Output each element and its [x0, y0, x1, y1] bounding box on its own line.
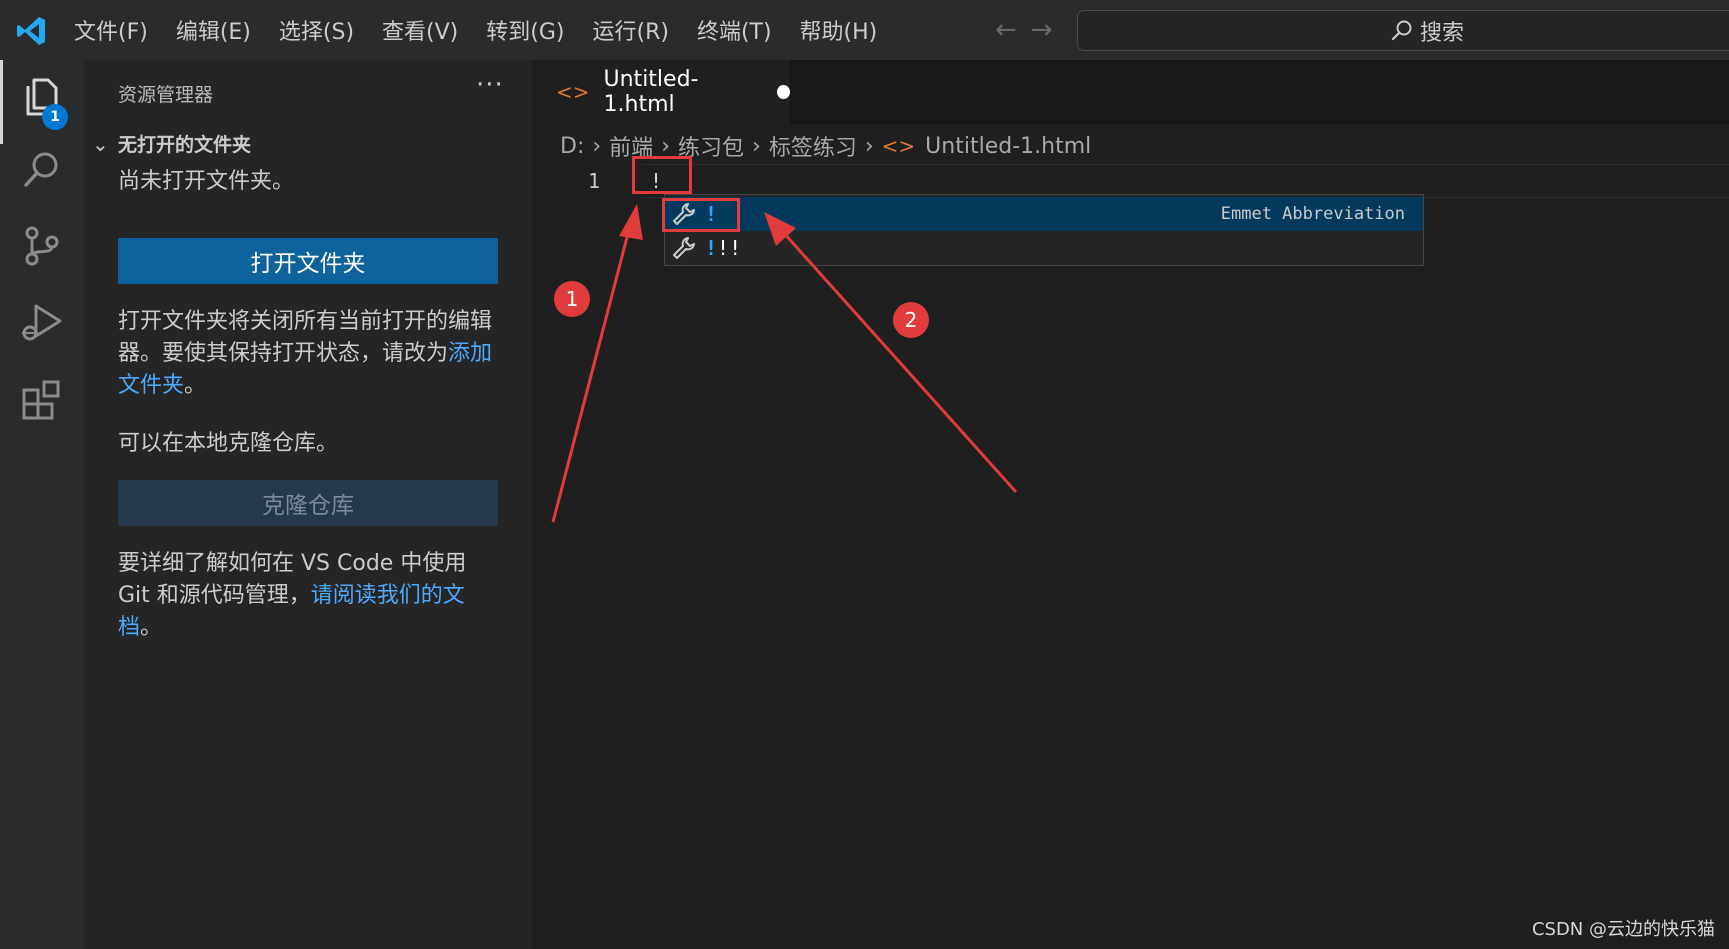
- clone-text: 可以在本地克隆仓库。: [118, 431, 339, 456]
- search-icon: [1391, 20, 1412, 40]
- source-control-icon[interactable]: [20, 224, 64, 268]
- learn-paragraph: 要详细了解如何在 VS Code 中使用 Git 和源代码管理，请阅读我们的文档…: [118, 548, 498, 644]
- explorer-sidebar: 资源管理器 ··· ⌄ 无打开的文件夹 尚未打开文件夹。 打开文件夹 打开文件夹…: [84, 60, 532, 949]
- open-folder-button[interactable]: 打开文件夹: [118, 238, 498, 284]
- no-folder-section-header[interactable]: ⌄ 无打开的文件夹: [92, 130, 251, 157]
- breadcrumb-drive[interactable]: D:: [560, 134, 584, 159]
- menu-terminal[interactable]: 终端(T): [697, 14, 772, 46]
- info-text: 打开文件夹将关闭所有当前打开的编辑器。要使其保持打开状态，请改为: [118, 309, 493, 366]
- editor-area: <> Untitled-1.html D: › 前端 › 练习包 › 标签练习 …: [532, 60, 1729, 949]
- run-debug-icon[interactable]: [20, 300, 64, 344]
- html-file-icon: <>: [881, 134, 916, 158]
- suggestion-detail: Emmet Abbreviation: [1220, 204, 1405, 224]
- suggest-widget: ! Emmet Abbreviation !!!: [664, 194, 1424, 266]
- annotation-box-suggestion: [662, 198, 740, 232]
- section-title: 无打开的文件夹: [118, 134, 252, 156]
- back-arrow-icon[interactable]: ←: [995, 16, 1017, 44]
- nav-arrows: ← →: [995, 16, 1053, 44]
- vscode-logo-icon[interactable]: [14, 14, 48, 48]
- annotation-marker-2: 2: [893, 302, 929, 338]
- more-actions-icon[interactable]: ···: [476, 70, 504, 100]
- breadcrumb-file[interactable]: Untitled-1.html: [925, 134, 1091, 159]
- explorer-badge: 1: [42, 104, 68, 130]
- search-view-icon[interactable]: [20, 148, 64, 192]
- tab-untitled-1[interactable]: <> Untitled-1.html: [532, 60, 790, 124]
- breadcrumb-folder-3[interactable]: 标签练习: [769, 130, 857, 162]
- suggestion-item-selected[interactable]: ! Emmet Abbreviation: [665, 197, 1423, 231]
- forward-arrow-icon[interactable]: →: [1031, 16, 1053, 44]
- command-center-search[interactable]: 搜索: [1077, 10, 1729, 51]
- chevron-right-icon: ›: [752, 133, 761, 159]
- menu-run[interactable]: 运行(R): [592, 14, 668, 46]
- explorer-title: 资源管理器: [118, 84, 214, 106]
- explorer-button[interactable]: 1: [0, 60, 84, 144]
- chevron-right-icon: ›: [661, 133, 670, 159]
- title-bar: 文件(F) 编辑(E) 选择(S) 查看(V) 转到(G) 运行(R) 终端(T…: [0, 0, 1729, 60]
- tab-bar: <> Untitled-1.html: [532, 60, 1729, 124]
- suggestion-item[interactable]: !!!: [665, 231, 1423, 265]
- annotation-marker-1: 1: [554, 281, 590, 317]
- line-number: 1: [588, 169, 601, 193]
- learn-period: 。: [140, 615, 163, 640]
- activity-bar: 1: [0, 60, 84, 949]
- no-folder-text: 尚未打开文件夹。: [118, 169, 295, 194]
- search-label: 搜索: [1419, 20, 1464, 46]
- annotation-box-input: [632, 156, 692, 194]
- clone-repo-button[interactable]: 克隆仓库: [118, 480, 498, 526]
- chevron-right-icon: ›: [592, 133, 602, 159]
- menu-go[interactable]: 转到(G): [486, 14, 564, 46]
- chevron-right-icon: ›: [864, 133, 874, 159]
- watermark: CSDN @云边的快乐猫: [1531, 919, 1715, 940]
- current-line-highlight: [642, 164, 1729, 198]
- unsaved-dot-icon[interactable]: [777, 85, 790, 99]
- menu-file[interactable]: 文件(F): [74, 14, 148, 46]
- wrench-icon: [673, 237, 695, 259]
- html-file-icon: <>: [556, 80, 590, 104]
- tab-label: Untitled-1.html: [603, 67, 699, 117]
- menu-help[interactable]: 帮助(H): [800, 14, 878, 46]
- chevron-down-icon: ⌄: [92, 131, 109, 156]
- menu-edit[interactable]: 编辑(E): [176, 14, 251, 46]
- menu-bar: 文件(F) 编辑(E) 选择(S) 查看(V) 转到(G) 运行(R) 终端(T…: [74, 0, 905, 60]
- menu-selection[interactable]: 选择(S): [279, 14, 354, 46]
- info-period: 。: [184, 373, 207, 398]
- info-paragraph: 打开文件夹将关闭所有当前打开的编辑器。要使其保持打开状态，请改为添加文件夹。: [118, 306, 498, 402]
- menu-view[interactable]: 查看(V): [382, 14, 458, 46]
- suggestion-label: !!!: [705, 236, 742, 260]
- extensions-icon[interactable]: [20, 378, 64, 422]
